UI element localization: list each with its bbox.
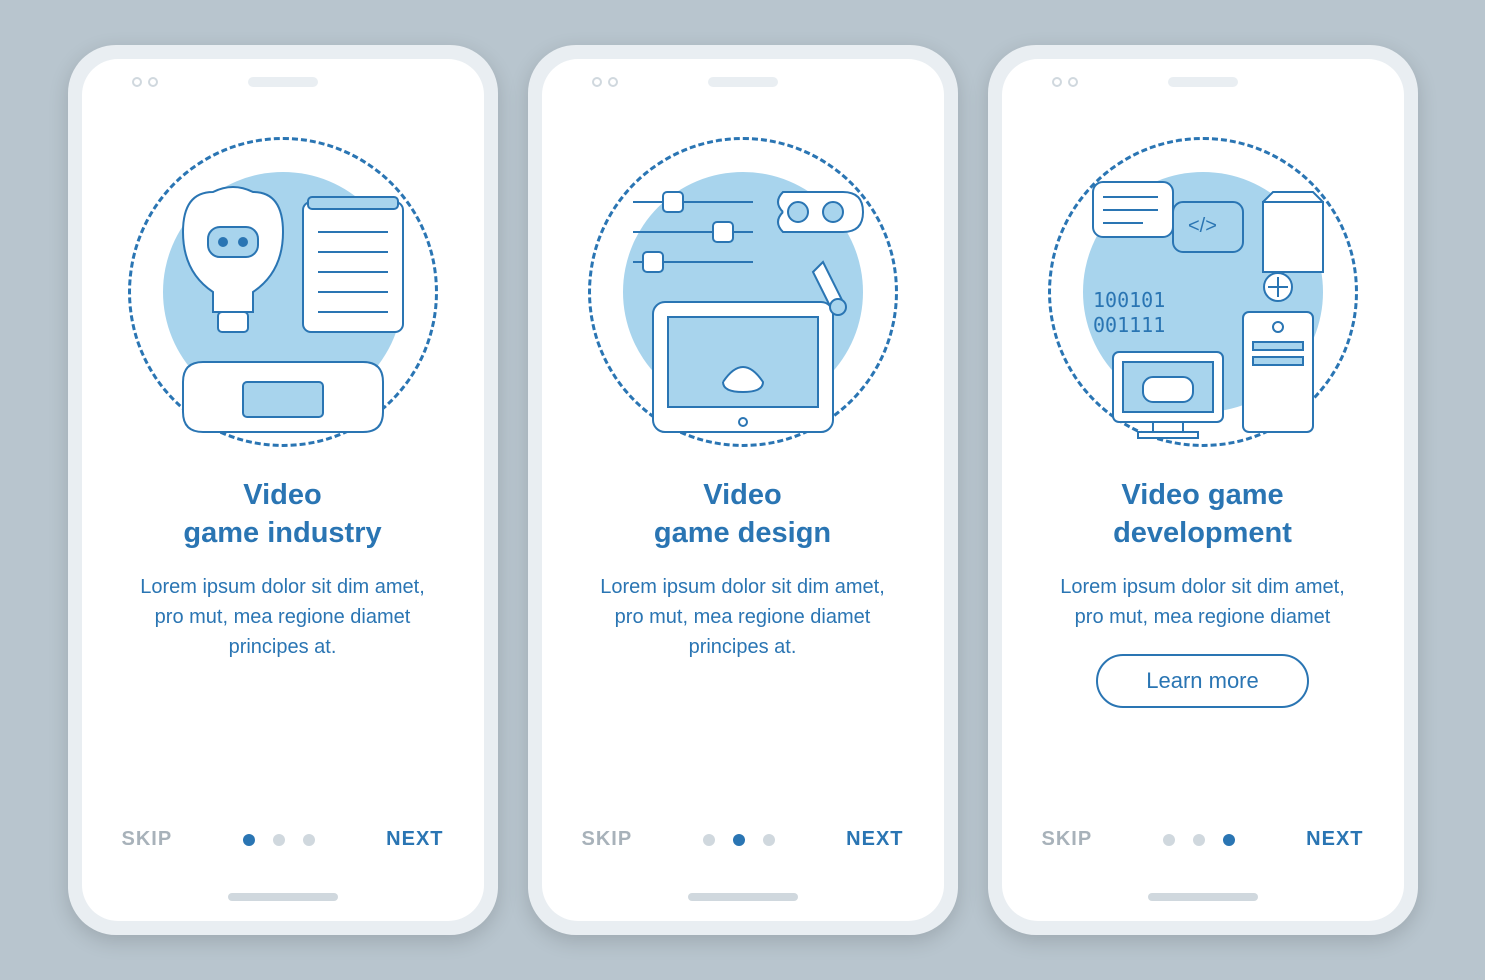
development-illustration: </> 100101 001111	[1043, 132, 1363, 452]
speaker-slot	[248, 77, 318, 87]
page-indicator	[243, 834, 315, 846]
svg-text:001111: 001111	[1093, 313, 1165, 337]
dot-1[interactable]	[243, 834, 255, 846]
camera-dots	[1052, 77, 1078, 87]
onboarding-description: Lorem ipsum dolor sit dim amet, pro mut,…	[542, 572, 944, 662]
nav-bar: SKIP NEXT	[82, 828, 484, 851]
design-illustration	[583, 132, 903, 452]
next-button[interactable]: NEXT	[846, 828, 903, 851]
page-indicator	[1163, 834, 1235, 846]
onboarding-container: Videogame industry Lorem ipsum dolor sit…	[68, 45, 1418, 935]
dot-2[interactable]	[273, 834, 285, 846]
onboarding-title: Videogame industry	[143, 477, 421, 552]
code-computer-icon: </> 100101 001111	[1043, 132, 1363, 452]
dot-2[interactable]	[1193, 834, 1205, 846]
tablet-controller-icon	[583, 132, 903, 452]
home-indicator	[688, 893, 798, 901]
camera-dots	[592, 77, 618, 87]
home-indicator	[1148, 893, 1258, 901]
skip-button[interactable]: SKIP	[582, 828, 633, 851]
onboarding-title: Videogame design	[614, 477, 871, 552]
nav-bar: SKIP NEXT	[1002, 828, 1404, 851]
skip-button[interactable]: SKIP	[122, 828, 173, 851]
dot-1[interactable]	[1163, 834, 1175, 846]
industry-illustration	[123, 132, 443, 452]
svg-text:</>: </>	[1188, 215, 1217, 237]
onboarding-description: Lorem ipsum dolor sit dim amet, pro mut,…	[1002, 572, 1404, 632]
phone-frame-1: Videogame industry Lorem ipsum dolor sit…	[68, 45, 498, 935]
svg-text:100101: 100101	[1093, 288, 1165, 312]
next-button[interactable]: NEXT	[1306, 828, 1363, 851]
nav-bar: SKIP NEXT	[542, 828, 944, 851]
dot-2[interactable]	[733, 834, 745, 846]
phone-frame-2: Videogame design Lorem ipsum dolor sit d…	[528, 45, 958, 935]
home-indicator	[228, 893, 338, 901]
screen-3: </> 100101 001111 Video gamedevelopment …	[1002, 59, 1404, 921]
speaker-slot	[1168, 77, 1238, 87]
lightbulb-gamepad-icon	[123, 132, 443, 452]
screen-2: Videogame design Lorem ipsum dolor sit d…	[542, 59, 944, 921]
camera-dots	[132, 77, 158, 87]
dot-3[interactable]	[763, 834, 775, 846]
screen-1: Videogame industry Lorem ipsum dolor sit…	[82, 59, 484, 921]
dot-1[interactable]	[703, 834, 715, 846]
onboarding-description: Lorem ipsum dolor sit dim amet, pro mut,…	[82, 572, 484, 662]
skip-button[interactable]: SKIP	[1042, 828, 1093, 851]
next-button[interactable]: NEXT	[386, 828, 443, 851]
onboarding-title: Video gamedevelopment	[1073, 477, 1332, 552]
page-indicator	[703, 834, 775, 846]
phone-frame-3: </> 100101 001111 Video gamedevelopment …	[988, 45, 1418, 935]
dot-3[interactable]	[1223, 834, 1235, 846]
speaker-slot	[708, 77, 778, 87]
dot-3[interactable]	[303, 834, 315, 846]
learn-more-button[interactable]: Learn more	[1096, 654, 1309, 708]
